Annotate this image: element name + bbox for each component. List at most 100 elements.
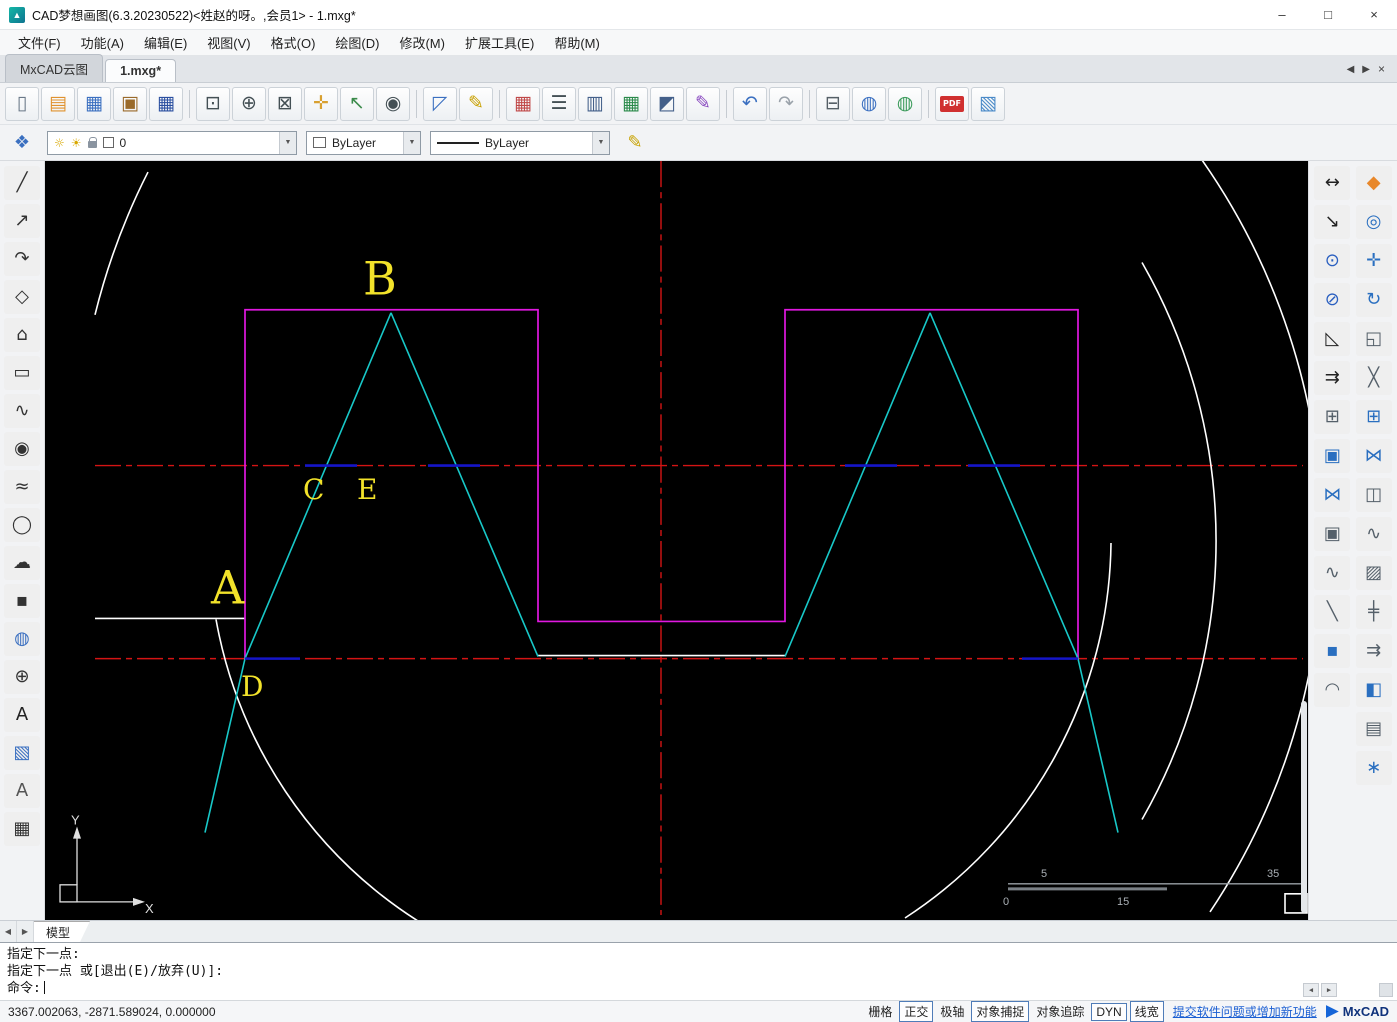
insert-image-button[interactable]: ▧ xyxy=(971,86,1005,121)
tab-document-1mxg[interactable]: 1.mxg* xyxy=(105,59,177,82)
open-url-button[interactable]: ◍ xyxy=(888,86,922,121)
command-scroll-right-button[interactable]: ▶ xyxy=(1321,983,1337,997)
linetype-dropdown[interactable]: ByLayer ▼ xyxy=(430,130,610,155)
status-toggle-lineweight[interactable]: 线宽 xyxy=(1129,1001,1164,1022)
block-insert-button[interactable]: ▣ xyxy=(1314,439,1351,473)
text-style-button[interactable]: ☰ xyxy=(542,86,576,121)
offset-button[interactable]: ◫ xyxy=(1355,478,1392,512)
new-file-button[interactable]: ▯ xyxy=(5,86,39,121)
spline-edit-button[interactable]: ∿ xyxy=(1314,556,1351,590)
rotate-button[interactable]: ↻ xyxy=(1355,283,1392,317)
layout-prev-button[interactable]: ◀ xyxy=(0,921,17,942)
trim-button[interactable]: ╳ xyxy=(1355,361,1392,395)
minimize-button[interactable]: – xyxy=(1259,0,1305,29)
status-toggle-osnap[interactable]: 对象捕捉 xyxy=(971,1001,1030,1022)
pan-button[interactable]: ✛ xyxy=(304,86,338,121)
layers-stack-button[interactable]: ▣ xyxy=(1314,517,1351,551)
pick-edit-button[interactable]: ◩ xyxy=(650,86,684,121)
menu-item-2[interactable]: 编辑(E) xyxy=(134,30,197,55)
stretch-button[interactable]: ◱ xyxy=(1355,322,1392,356)
save-file-button[interactable]: ▦ xyxy=(77,86,111,121)
point-style-button[interactable]: ▪ xyxy=(1314,634,1351,668)
measure-button[interactable]: ↖ xyxy=(340,86,374,121)
menu-item-1[interactable]: 功能(A) xyxy=(71,30,134,55)
color-dropdown-arrow-icon[interactable]: ▼ xyxy=(403,131,420,154)
mtext-align-button[interactable]: A xyxy=(4,774,40,808)
redo-button[interactable]: ↷ xyxy=(769,86,803,121)
box3d-button[interactable]: ◧ xyxy=(1355,673,1392,707)
explode-button[interactable]: ∗ xyxy=(1355,751,1392,785)
break-button[interactable]: ╪ xyxy=(1355,595,1392,629)
tab-mxcad-cloud[interactable]: MxCAD云图 xyxy=(5,54,104,82)
tab-scroll-left-button[interactable]: ◀ xyxy=(1347,64,1355,75)
menu-item-4[interactable]: 格式(O) xyxy=(261,30,326,55)
arc-edit-button[interactable]: ◠ xyxy=(1314,673,1351,707)
xline-button[interactable]: ↗ xyxy=(4,204,40,238)
erase-button[interactable]: ◆ xyxy=(1355,166,1392,200)
open-file-button[interactable]: ▤ xyxy=(41,86,75,121)
copy-page-button[interactable]: ▥ xyxy=(578,86,612,121)
arc-button[interactable]: ↷ xyxy=(4,242,40,276)
ellipse-button[interactable]: ◯ xyxy=(4,508,40,542)
undo-button[interactable]: ↶ xyxy=(733,86,767,121)
hatch-edit-button[interactable]: ╲ xyxy=(1314,595,1351,629)
paste-button[interactable]: ▤ xyxy=(1355,712,1392,746)
color-dropdown[interactable]: ByLayer ▼ xyxy=(306,130,421,155)
array-rect-button[interactable]: ⊞ xyxy=(1314,400,1351,434)
revcloud-button[interactable]: ☁ xyxy=(4,546,40,580)
polyline-button[interactable]: ∿ xyxy=(4,394,40,428)
menu-item-8[interactable]: 帮助(M) xyxy=(544,30,610,55)
zoom-extents-button[interactable]: ⊠ xyxy=(268,86,302,121)
color-palette-button[interactable]: ▦ xyxy=(506,86,540,121)
canvas-vertical-scrollbar[interactable] xyxy=(1301,701,1307,913)
menu-item-6[interactable]: 修改(M) xyxy=(389,30,455,55)
point-button[interactable]: ▪ xyxy=(4,584,40,618)
zoom-window-button[interactable]: ⊡ xyxy=(196,86,230,121)
menu-item-7[interactable]: 扩展工具(E) xyxy=(455,30,544,55)
export-pdf-button[interactable]: PDF xyxy=(935,86,969,121)
status-toggle-otrack[interactable]: 对象追踪 xyxy=(1032,1002,1088,1021)
layer-dropdown[interactable]: ☼ ☀ 0 ▼ xyxy=(47,130,297,155)
tab-scroll-right-button[interactable]: ▶ xyxy=(1362,64,1370,75)
tab-close-button[interactable]: × xyxy=(1378,62,1385,76)
dim-aligned-button[interactable]: ↘ xyxy=(1314,205,1351,239)
join-button[interactable]: ⇉ xyxy=(1355,634,1392,668)
hatch-button[interactable]: ▦ xyxy=(4,812,40,846)
dim-diameter-button[interactable]: ⊘ xyxy=(1314,283,1351,317)
polygon-button[interactable]: ◇ xyxy=(4,280,40,314)
spline2-button[interactable]: ∿ xyxy=(1355,517,1392,551)
status-toggle-dyn[interactable]: DYN xyxy=(1091,1002,1127,1021)
menu-item-3[interactable]: 视图(V) xyxy=(197,30,260,55)
command-line-area[interactable]: 指定下一点: 指定下一点 或[退出(E)/放弃(U)]: 命令: ◀ ▶ xyxy=(0,942,1397,1000)
print-button[interactable]: ⊟ xyxy=(816,86,850,121)
hatch2-button[interactable]: ▨ xyxy=(1355,556,1392,590)
open-folder-button[interactable]: ▣ xyxy=(113,86,147,121)
menu-item-0[interactable]: 文件(F) xyxy=(8,30,71,55)
table-button[interactable]: ▦ xyxy=(614,86,648,121)
layer-manager-button[interactable]: ❖ xyxy=(6,128,38,158)
rectangle-button[interactable]: ▭ xyxy=(4,356,40,390)
dim-continue-button[interactable]: ⇉ xyxy=(1314,361,1351,395)
dim-angle-button[interactable]: ◺ xyxy=(1314,322,1351,356)
array-button[interactable]: ⊞ xyxy=(1355,400,1392,434)
wipeout-button[interactable]: ◍ xyxy=(4,622,40,656)
maximize-button[interactable]: □ xyxy=(1305,0,1351,29)
save-as-button[interactable]: ▦ xyxy=(149,86,183,121)
publish-web-button[interactable]: ◍ xyxy=(852,86,886,121)
zoom-scale-button[interactable]: ◉ xyxy=(376,86,410,121)
entity-edit-button[interactable]: ✎ xyxy=(686,86,720,121)
dim-linear-button[interactable]: ↔ xyxy=(1314,166,1351,200)
status-toggle-grid[interactable]: 栅格 xyxy=(864,1002,896,1021)
status-toggle-polar[interactable]: 极轴 xyxy=(936,1002,968,1021)
spline-button[interactable]: ≈ xyxy=(4,470,40,504)
menu-item-5[interactable]: 绘图(D) xyxy=(325,30,389,55)
layout-next-button[interactable]: ▶ xyxy=(17,921,34,942)
mirror2-button[interactable]: ⋈ xyxy=(1355,439,1392,473)
copy-button[interactable]: ◎ xyxy=(1355,205,1392,239)
linetype-dropdown-arrow-icon[interactable]: ▼ xyxy=(592,131,609,154)
line-button[interactable]: ╱ xyxy=(4,166,40,200)
feedback-link[interactable]: 提交软件问题或增加新功能 xyxy=(1168,1003,1322,1020)
draworder-button[interactable]: ✎ xyxy=(619,128,651,158)
pentagon-button[interactable]: ⌂ xyxy=(4,318,40,352)
region-button[interactable]: ⊕ xyxy=(4,660,40,694)
